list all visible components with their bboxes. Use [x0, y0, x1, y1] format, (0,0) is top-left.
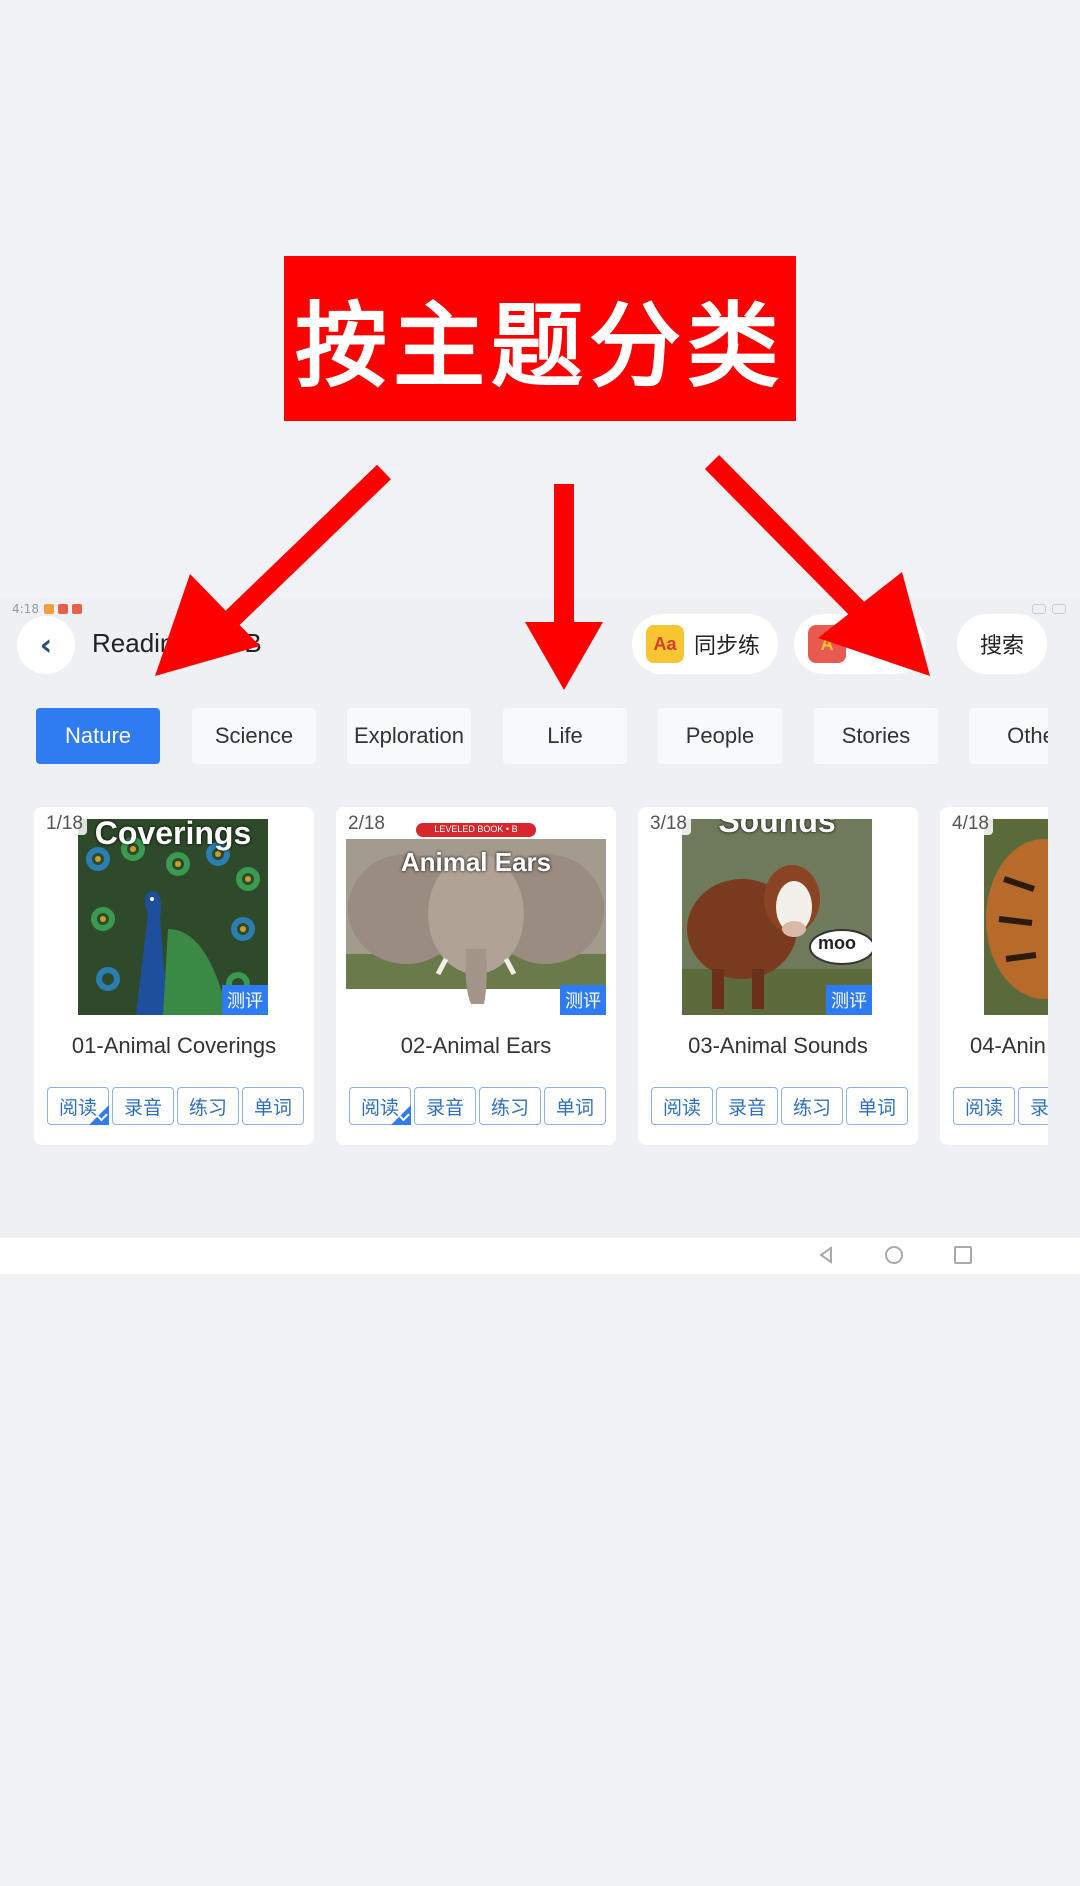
search-label: 搜索	[979, 634, 1024, 659]
book-card[interactable]: 1/18 Coverings 测评 01-Animal Coverings 阅读…	[34, 807, 314, 1145]
nav-home-icon[interactable]	[885, 1246, 903, 1264]
assessment-badge[interactable]: 测评	[222, 985, 268, 1015]
book-title[interactable]: 03-Animal Sounds	[638, 1033, 918, 1059]
cover-speech-bubble: moo	[818, 933, 856, 953]
cover-title: Sounds	[718, 819, 836, 839]
record-button[interactable]: 录音	[1018, 1087, 1048, 1125]
book-index: 4/18	[948, 813, 993, 835]
status-time: 4:18	[12, 602, 39, 616]
notification-icons	[44, 604, 82, 614]
assessment-badge[interactable]: 测评	[826, 985, 872, 1015]
book-actions: 阅读 录音 练习 单词	[349, 1087, 606, 1125]
book-title[interactable]: 01-Animal Coverings	[34, 1033, 314, 1059]
check-icon	[89, 1105, 109, 1125]
book-cover[interactable]: Sounds moo 测评	[682, 819, 872, 1015]
read-button[interactable]: 阅读	[47, 1087, 109, 1125]
tab-life[interactable]: Life	[503, 708, 627, 764]
book-cover[interactable]: Ca	[984, 819, 1048, 1015]
book-cover[interactable]: LEVELED BOOK • B Animal Ears 测评	[346, 819, 606, 1015]
tab-exploration[interactable]: Exploration	[347, 708, 471, 764]
book-actions: 阅读 录音	[953, 1087, 1048, 1125]
assessment-badge[interactable]: 测评	[560, 985, 606, 1015]
cover-title: Animal Ears	[400, 847, 552, 877]
book-button[interactable]: A	[794, 614, 926, 674]
tab-people[interactable]: People	[658, 708, 782, 764]
page-title: Readin B	[92, 628, 262, 658]
read-button[interactable]: 阅读	[651, 1087, 713, 1125]
book-card[interactable]: 3/18 Sounds moo 测评 03-Animal Sounds 阅读 录…	[638, 807, 918, 1145]
book-actions: 阅读 录音 练习 单词	[47, 1087, 304, 1125]
words-button[interactable]: 单词	[242, 1087, 304, 1125]
read-button[interactable]: 阅读	[953, 1087, 1015, 1125]
practice-button[interactable]: 练习	[781, 1087, 843, 1125]
sync-practice-label: 同步练	[694, 634, 761, 659]
book-card[interactable]: 2/18 LEVELED BOOK • B Animal Ears 测评 02-…	[336, 807, 616, 1145]
record-button[interactable]: 录音	[112, 1087, 174, 1125]
tab-other[interactable]: Othe	[969, 708, 1048, 764]
tab-stories[interactable]: Stories	[814, 708, 938, 764]
search-button[interactable]: 搜索	[957, 614, 1047, 674]
words-button[interactable]: 单词	[846, 1087, 908, 1125]
book-title[interactable]: 04-Anin	[940, 1033, 1048, 1059]
book-index: 3/18	[646, 813, 691, 835]
app-screen: 4:18 ‹ Readin B Aa 同步练 A 搜索 Nature Scienc…	[0, 598, 1080, 1274]
check-icon	[391, 1105, 411, 1125]
battery-icon	[1032, 604, 1066, 614]
nav-back-icon[interactable]	[817, 1246, 835, 1264]
back-button[interactable]: ‹	[17, 616, 75, 674]
book-list: 1/18 Coverings 测评 01-Animal Coverings 阅读…	[34, 807, 1048, 1147]
book-index: 2/18	[344, 813, 389, 835]
cover-title: Ca	[984, 819, 1048, 852]
status-bar: 4:18	[0, 598, 1080, 620]
book-cover[interactable]: Coverings 测评	[78, 819, 268, 1015]
cover-title: Coverings	[94, 819, 252, 851]
book-actions: 阅读 录音 练习 单词	[651, 1087, 908, 1125]
record-button[interactable]: 录音	[716, 1087, 778, 1125]
tab-science[interactable]: Science	[192, 708, 316, 764]
book-title[interactable]: 02-Animal Ears	[336, 1033, 616, 1059]
book-icon: A	[808, 625, 846, 663]
tab-nature[interactable]: Nature	[36, 708, 160, 764]
chevron-left-icon: ‹	[39, 627, 53, 663]
practice-button[interactable]: 练习	[479, 1087, 541, 1125]
book-card[interactable]: 4/18 Ca 04-Anin 阅读 录音	[940, 807, 1048, 1145]
category-tabs: Nature Science Exploration Life People S…	[36, 708, 1048, 766]
record-button[interactable]: 录音	[414, 1087, 476, 1125]
words-button[interactable]: 单词	[544, 1087, 606, 1125]
system-nav-bar	[0, 1238, 1080, 1274]
practice-button[interactable]: 练习	[177, 1087, 239, 1125]
read-button[interactable]: 阅读	[349, 1087, 411, 1125]
sync-practice-button[interactable]: Aa 同步练	[632, 614, 778, 674]
book-index: 1/18	[42, 813, 87, 835]
banner-text: 按主题分类	[294, 293, 785, 400]
nav-recent-icon[interactable]	[954, 1246, 972, 1264]
aa-icon: Aa	[646, 625, 684, 663]
category-banner: 按主题分类	[284, 256, 796, 421]
